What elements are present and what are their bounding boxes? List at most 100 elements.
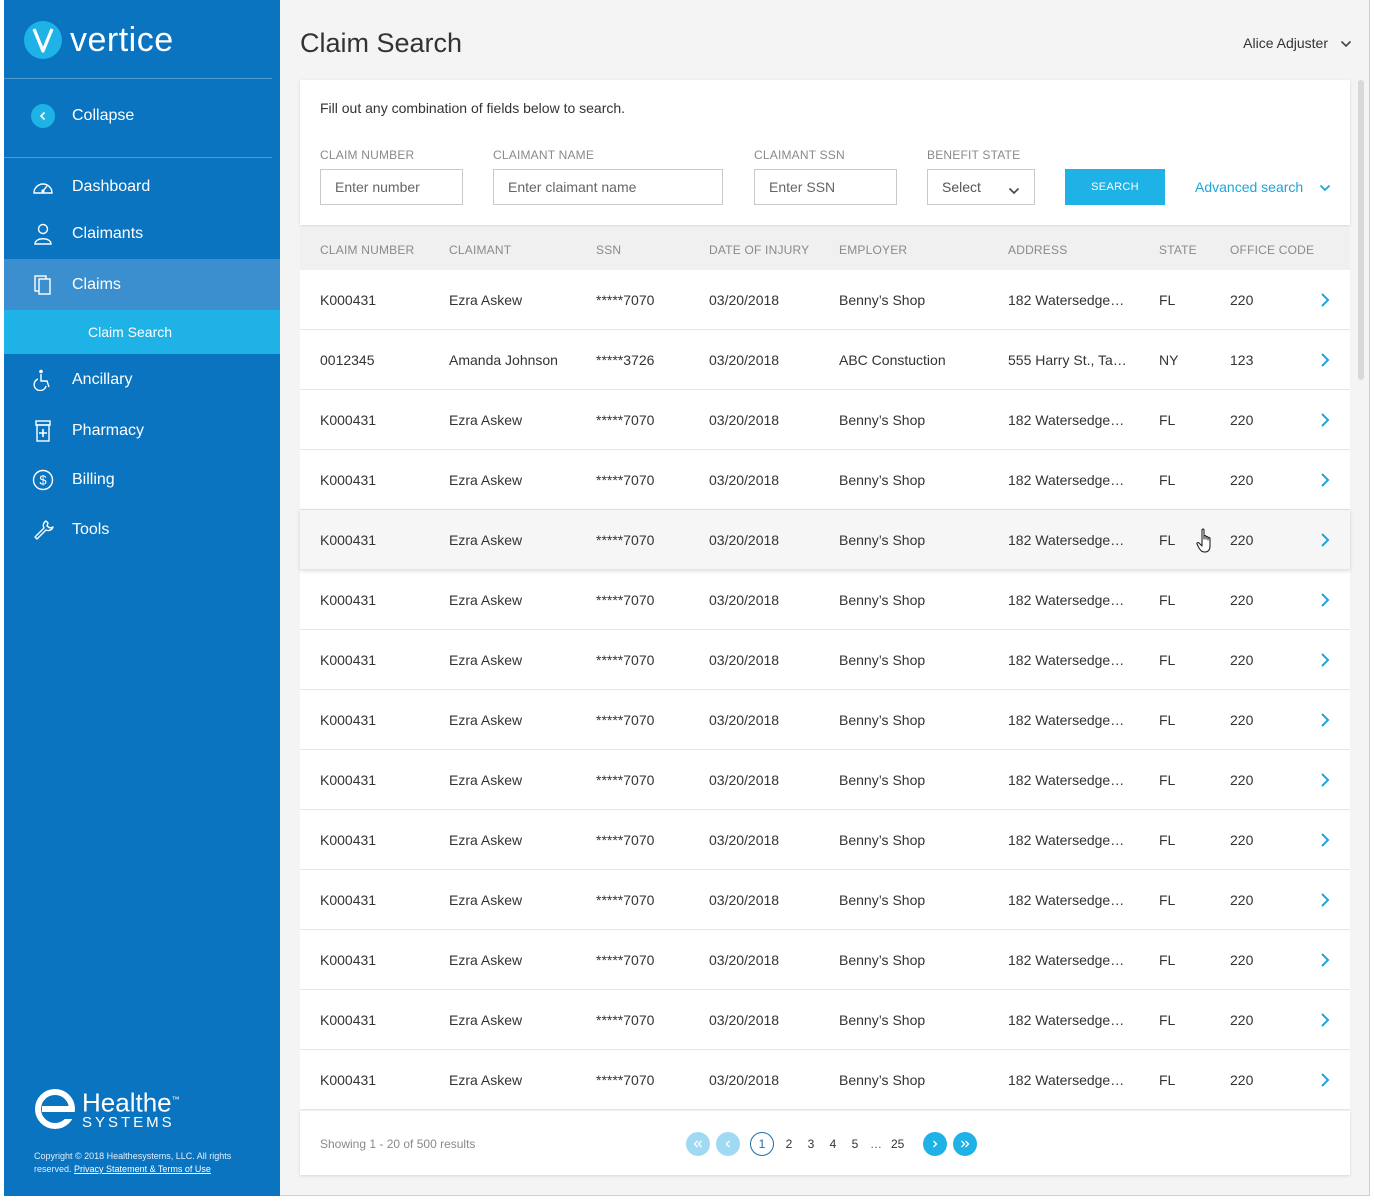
svg-text:$: $ <box>39 473 47 488</box>
table-row[interactable]: K000431 Ezra Askew *****7070 03/20/2018 Benn… <box>300 570 1350 630</box>
column-header[interactable]: OFFICE CODE <box>1230 243 1314 257</box>
employer-cell: Benny’s Shop <box>839 1072 926 1088</box>
privacy-terms-link[interactable]: Privacy Statement & Terms of Use <box>74 1164 211 1174</box>
claimant-ssn-input[interactable] <box>754 169 897 205</box>
ssn-cell: *****7070 <box>596 592 655 608</box>
sidebar-item-label: Pharmacy <box>72 422 145 439</box>
page-3[interactable]: 3 <box>805 1137 817 1151</box>
office-code-cell: 220 <box>1230 772 1254 788</box>
state-cell: NY <box>1159 352 1179 368</box>
page-5[interactable]: 5 <box>849 1137 861 1151</box>
date-of-injury-cell: 03/20/2018 <box>709 892 780 908</box>
table-row[interactable]: K000431 Ezra Askew *****7070 03/20/2018 Benn… <box>300 450 1350 510</box>
chevron-left-icon <box>31 104 55 128</box>
claimant-cell: Ezra Askew <box>449 292 523 308</box>
ssn-cell: *****7070 <box>596 1012 655 1028</box>
sidebar-item-tools[interactable]: Tools <box>4 506 280 554</box>
scrollbar-thumb[interactable] <box>1358 80 1364 380</box>
date-of-injury-cell: 03/20/2018 <box>709 952 780 968</box>
column-header[interactable]: SSN <box>596 243 621 257</box>
office-code-cell: 220 <box>1230 412 1254 428</box>
person-icon <box>32 223 54 245</box>
search-button[interactable]: SEARCH <box>1065 169 1165 205</box>
column-header[interactable]: EMPLOYER <box>839 243 907 257</box>
chevron-right-icon[interactable] <box>1318 712 1332 728</box>
chevron-right-icon[interactable] <box>1318 532 1332 548</box>
state-cell: FL <box>1159 412 1176 428</box>
column-header[interactable]: DATE OF INJURY <box>709 243 809 257</box>
table-row[interactable]: K000431 Ezra Askew *****7070 03/20/2018 Benn… <box>300 1050 1350 1110</box>
office-code-cell: 220 <box>1230 1072 1254 1088</box>
chevron-right-icon[interactable] <box>1318 652 1332 668</box>
table-row[interactable]: K000431 Ezra Askew *****7070 03/20/2018 Benn… <box>300 750 1350 810</box>
chevron-right-icon[interactable] <box>1318 772 1332 788</box>
sidebar-subitem-claim-search[interactable]: Claim Search <box>4 310 280 354</box>
table-row[interactable]: K000431 Ezra Askew *****7070 03/20/2018 Benn… <box>300 270 1350 330</box>
page-4[interactable]: 4 <box>827 1137 839 1151</box>
page-last[interactable]: 25 <box>891 1137 904 1151</box>
employer-cell: Benny’s Shop <box>839 472 926 488</box>
table-row[interactable]: 0012345 Amanda Johnson *****3726 03/20/2018… <box>300 330 1350 390</box>
claimant-cell: Amanda Johnson <box>449 352 558 368</box>
claim-number-input[interactable] <box>320 169 463 205</box>
table-row[interactable]: K000431 Ezra Askew *****7070 03/20/2018 Benn… <box>300 690 1350 750</box>
sidebar-item-pharmacy[interactable]: Pharmacy <box>4 407 280 455</box>
table-row[interactable]: K000431 Ezra Askew *****7070 03/20/2018 Benn… <box>300 630 1350 690</box>
page-2[interactable]: 2 <box>783 1137 795 1151</box>
sidebar-item-label: Ancillary <box>72 371 133 388</box>
table-row[interactable]: K000431 Ezra Askew *****7070 03/20/2018 Benn… <box>300 990 1350 1050</box>
column-header[interactable]: ADDRESS <box>1008 243 1067 257</box>
benefit-state-select[interactable]: Select <box>927 169 1035 205</box>
sidebar-item-claimants[interactable]: Claimants <box>4 210 280 258</box>
claimant-name-input[interactable] <box>493 169 723 205</box>
claimant-cell: Ezra Askew <box>449 412 523 428</box>
ssn-cell: *****7070 <box>596 952 655 968</box>
table-row[interactable]: K000431 Ezra Askew *****7070 03/20/2018 Benn… <box>300 390 1350 450</box>
chevron-right-icon[interactable] <box>1318 412 1332 428</box>
benefit-state-label: BENEFIT STATE <box>927 148 1021 162</box>
advanced-search-toggle[interactable]: Advanced search <box>1195 179 1331 195</box>
table-row[interactable]: K000431 Ezra Askew *****7070 03/20/2018 Benn… <box>300 810 1350 870</box>
address-cell: 182 Watersedge… <box>1008 412 1125 428</box>
brand-logo[interactable]: vertice <box>24 20 174 60</box>
claim-number-cell: K000431 <box>320 472 377 488</box>
sidebar-item-claims[interactable]: Claims <box>4 259 280 311</box>
chevron-right-icon[interactable] <box>1318 892 1332 908</box>
table-row[interactable]: K000431 Ezra Askew *****7070 03/20/2018 Benn… <box>300 870 1350 930</box>
collapse-button[interactable]: Collapse <box>31 104 134 128</box>
prev-page-button[interactable] <box>716 1132 740 1156</box>
sidebar-item-ancillary[interactable]: Ancillary <box>4 356 280 404</box>
chevron-right-icon[interactable] <box>1318 952 1332 968</box>
date-of-injury-cell: 03/20/2018 <box>709 1072 780 1088</box>
double-chevron-left-icon <box>693 1140 702 1148</box>
chevron-right-icon[interactable] <box>1318 832 1332 848</box>
table-row[interactable]: K000431 Ezra Askew *****7070 03/20/2018 Benn… <box>300 930 1350 990</box>
column-header[interactable]: CLAIM NUMBER <box>320 243 414 257</box>
column-header[interactable]: STATE <box>1159 243 1197 257</box>
user-menu[interactable]: Alice Adjuster <box>1243 35 1352 51</box>
sidebar-item-dashboard[interactable]: Dashboard <box>4 163 280 211</box>
chevron-right-icon[interactable] <box>1318 592 1332 608</box>
chevron-down-icon <box>1319 179 1331 195</box>
pagination-ellipsis: … <box>870 1137 882 1151</box>
office-code-cell: 220 <box>1230 472 1254 488</box>
ssn-cell: *****7070 <box>596 892 655 908</box>
search-panel: Fill out any combination of fields below… <box>300 80 1350 225</box>
state-cell: FL <box>1159 292 1176 308</box>
last-page-button[interactable] <box>953 1132 978 1156</box>
column-header[interactable]: CLAIMANT <box>449 243 511 257</box>
chevron-right-icon[interactable] <box>1318 352 1332 368</box>
chevron-right-icon[interactable] <box>1318 472 1332 488</box>
chevron-right-icon[interactable] <box>1318 292 1332 308</box>
next-page-button[interactable] <box>923 1132 948 1156</box>
sidebar-item-billing[interactable]: $ Billing <box>4 456 280 504</box>
claim-number-cell: K000431 <box>320 292 377 308</box>
page-1[interactable]: 1 <box>750 1132 774 1156</box>
first-page-button[interactable] <box>686 1132 710 1156</box>
chevron-right-icon[interactable] <box>1318 1012 1332 1028</box>
table-row[interactable]: K000431 Ezra Askew *****7070 03/20/2018 Benn… <box>300 510 1350 570</box>
office-code-cell: 220 <box>1230 1012 1254 1028</box>
claimant-cell: Ezra Askew <box>449 772 523 788</box>
chevron-right-icon[interactable] <box>1318 1072 1332 1088</box>
results-count: Showing 1 - 20 of 500 results <box>320 1137 476 1151</box>
